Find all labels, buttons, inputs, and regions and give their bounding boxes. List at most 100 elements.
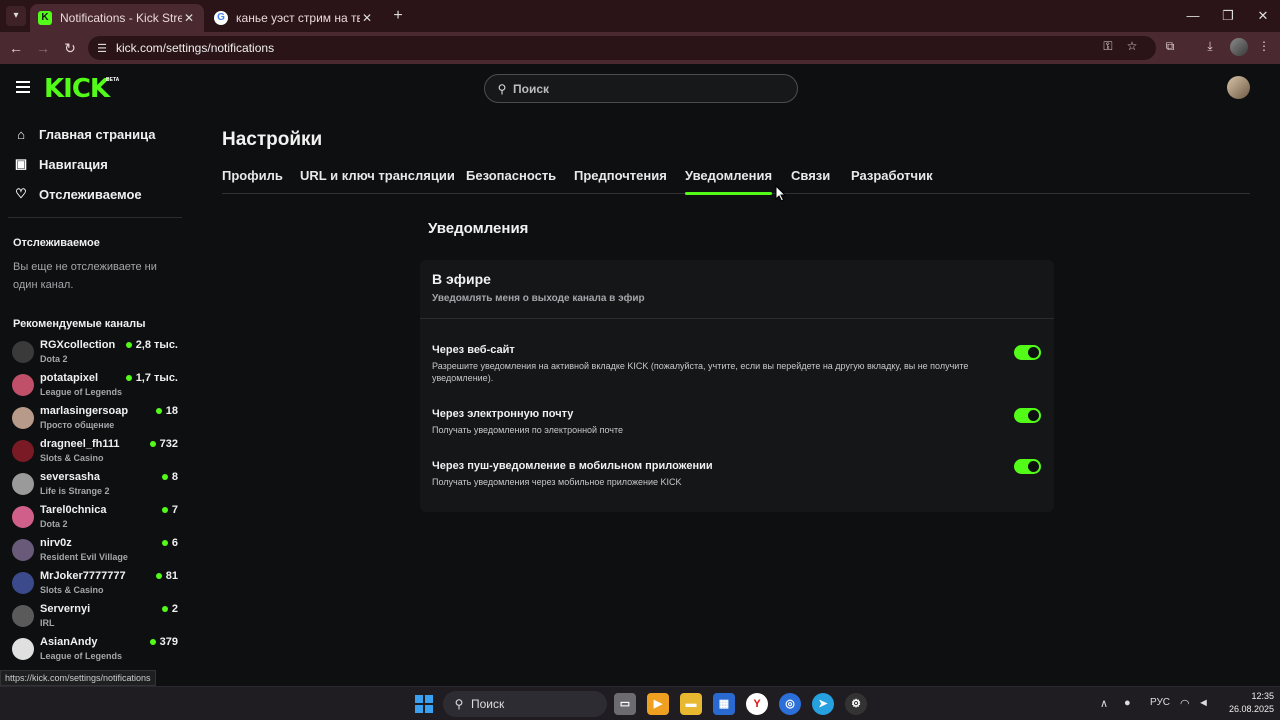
new-tab-icon[interactable]: + (388, 6, 408, 26)
channel-item[interactable]: Tarel0chnica Dota 2 7 (12, 504, 182, 536)
channel-item[interactable]: dragneel_fh111 Slots & Casino 732 (12, 438, 182, 470)
browser-tab-active[interactable]: K Notifications - Kick Streaming ✕ (30, 4, 204, 32)
live-dot-icon (161, 540, 168, 546)
url-field[interactable]: ☰ kick.com/settings/notifications (88, 36, 1156, 60)
viewer-count-value: 379 (159, 636, 178, 648)
channel-category: Slots & Casino (40, 585, 104, 595)
channel-category: Dota 2 (40, 519, 68, 529)
channel-item[interactable]: Servernyi IRL 2 (12, 603, 182, 635)
channel-item[interactable]: AsianAndy League of Legends 379 (12, 636, 182, 668)
restore-icon[interactable]: ❐ (1211, 6, 1245, 26)
channel-item[interactable]: nirv0z Resident Evil Village 6 (12, 537, 182, 569)
chrome-icon[interactable]: ◎ (779, 693, 801, 715)
channel-avatar (12, 407, 34, 429)
bookmark-star-icon[interactable]: ☆ (1122, 36, 1142, 56)
recommended-heading: Рекомендуемые каналы (13, 318, 146, 330)
clock-time: 12:35 (1251, 691, 1274, 701)
live-notifications-card: В эфире Уведомлять меня о выходе канала … (420, 260, 1054, 512)
channel-item[interactable]: seversasha Life is Strange 2 8 (12, 471, 182, 503)
channel-item[interactable]: RGXcollection Dota 2 2,8 тыс. (12, 339, 182, 371)
viewer-count-value: 2,8 тыс. (135, 339, 178, 351)
home-icon: ⌂ (17, 126, 25, 142)
taskbar-clock[interactable]: 12:35 26.08.2025 (1214, 690, 1274, 716)
extensions-icon[interactable]: ⧉ (1160, 36, 1180, 56)
close-tab-icon[interactable]: ✕ (360, 11, 374, 25)
channel-avatar (12, 605, 34, 627)
channel-category: IRL (40, 618, 55, 628)
language-indicator[interactable]: РУС (1150, 697, 1170, 708)
search-icon: ⚲ (497, 81, 507, 96)
channel-avatar (12, 440, 34, 462)
card-subtitle: Уведомлять меня о выходе канала в эфир (432, 293, 645, 304)
website-toggle[interactable] (1014, 345, 1041, 360)
taskbar-search-label: Поиск (471, 697, 505, 711)
channel-category: Просто общение (40, 420, 115, 430)
channel-item[interactable]: potatapixel League of Legends 1,7 тыс. (12, 372, 182, 404)
back-icon[interactable]: ← (6, 38, 26, 58)
browser-menu-icon[interactable]: ⋮ (1254, 36, 1274, 56)
kick-logo[interactable]: KICK (44, 74, 110, 104)
push-toggle[interactable] (1014, 459, 1041, 474)
heart-icon: ♡ (15, 186, 27, 201)
tray-chevron-up-icon[interactable]: ∧ (1100, 697, 1108, 710)
channel-category: Slots & Casino (40, 453, 104, 463)
close-window-icon[interactable]: ✕ (1246, 6, 1280, 26)
hamburger-menu-icon[interactable] (16, 81, 30, 93)
site-info-icon[interactable]: ☰ (92, 42, 112, 55)
channel-avatar (12, 506, 34, 528)
live-dot-icon (161, 507, 168, 513)
channel-item[interactable]: marlasingersoap Просто общение 18 (12, 405, 182, 437)
live-dot-icon (125, 375, 132, 381)
steam-icon[interactable]: ⚙ (845, 693, 867, 715)
browser-tab[interactable]: G канье уэст стрим на твиче - П ✕ (206, 4, 382, 32)
forward-icon[interactable]: → (33, 38, 53, 58)
sidebar-item-home[interactable]: ⌂ Главная страница (13, 123, 155, 145)
windows-start-icon[interactable] (415, 695, 433, 713)
user-avatar[interactable] (1227, 76, 1250, 99)
site-header: KICK BETA ⚲ (0, 64, 1280, 112)
tab-notifications[interactable]: Уведомления (685, 168, 773, 195)
yandex-browser-icon[interactable]: Y (746, 693, 768, 715)
tab-search-dropdown-icon[interactable]: ▾ (6, 6, 26, 26)
tab-developer[interactable]: Разработчик (851, 168, 933, 183)
tab-profile[interactable]: Профиль (222, 168, 283, 183)
tab-security[interactable]: Безопасность (466, 168, 556, 183)
viewer-count: 2,8 тыс. (125, 339, 178, 351)
viewer-count: 6 (161, 537, 178, 549)
channel-name: Tarel0chnica (40, 504, 107, 516)
sidebar-item-label: Отслеживаемое (39, 186, 142, 202)
microphone-icon[interactable]: ● (1124, 697, 1131, 709)
volume-icon[interactable]: ◄ (1198, 697, 1209, 709)
email-toggle[interactable] (1014, 408, 1041, 423)
tab-connections[interactable]: Связи (791, 168, 830, 183)
card-title: В эфире (432, 271, 491, 287)
search-input[interactable] (513, 81, 773, 96)
tab-preferences[interactable]: Предпочтения (574, 168, 667, 183)
task-view-icon[interactable]: ▭ (614, 693, 636, 715)
url-text: kick.com/settings/notifications (116, 41, 275, 55)
close-tab-icon[interactable]: ✕ (182, 11, 196, 25)
sidebar-item-following[interactable]: ♡ Отслеживаемое (13, 183, 142, 205)
download-icon[interactable]: ⤓ (1200, 36, 1220, 56)
channel-item[interactable]: MrJoker7777777 Slots & Casino 81 (12, 570, 182, 602)
live-dot-icon (149, 441, 156, 447)
minimize-icon[interactable]: — (1176, 6, 1210, 26)
media-app-icon[interactable]: ▶ (647, 693, 669, 715)
store-icon[interactable]: ▦ (713, 693, 735, 715)
search-box[interactable]: ⚲ (484, 74, 798, 103)
option-description: Получать уведомления по электронной почт… (432, 425, 623, 435)
file-explorer-icon[interactable]: ▬ (680, 693, 702, 715)
channel-category: League of Legends (40, 387, 123, 397)
channel-name: AsianAndy (40, 636, 98, 648)
browser-profile-avatar[interactable] (1230, 38, 1248, 56)
wifi-icon[interactable]: ◠ (1180, 697, 1190, 710)
taskbar-search[interactable]: ⚲ Поиск (443, 691, 607, 717)
telegram-icon[interactable]: ➤ (812, 693, 834, 715)
password-key-icon[interactable]: ⚿ (1098, 36, 1118, 56)
option-title: Через электронную почту (432, 408, 574, 420)
tab-stream-key[interactable]: URL и ключ трансляции (300, 168, 455, 183)
option-website: Через веб-сайт Разрешите уведомления на … (432, 344, 1042, 384)
reload-icon[interactable]: ↻ (60, 38, 80, 58)
sidebar-item-browse[interactable]: ▣ Навигация (13, 153, 108, 175)
google-favicon-icon: G (214, 11, 228, 25)
